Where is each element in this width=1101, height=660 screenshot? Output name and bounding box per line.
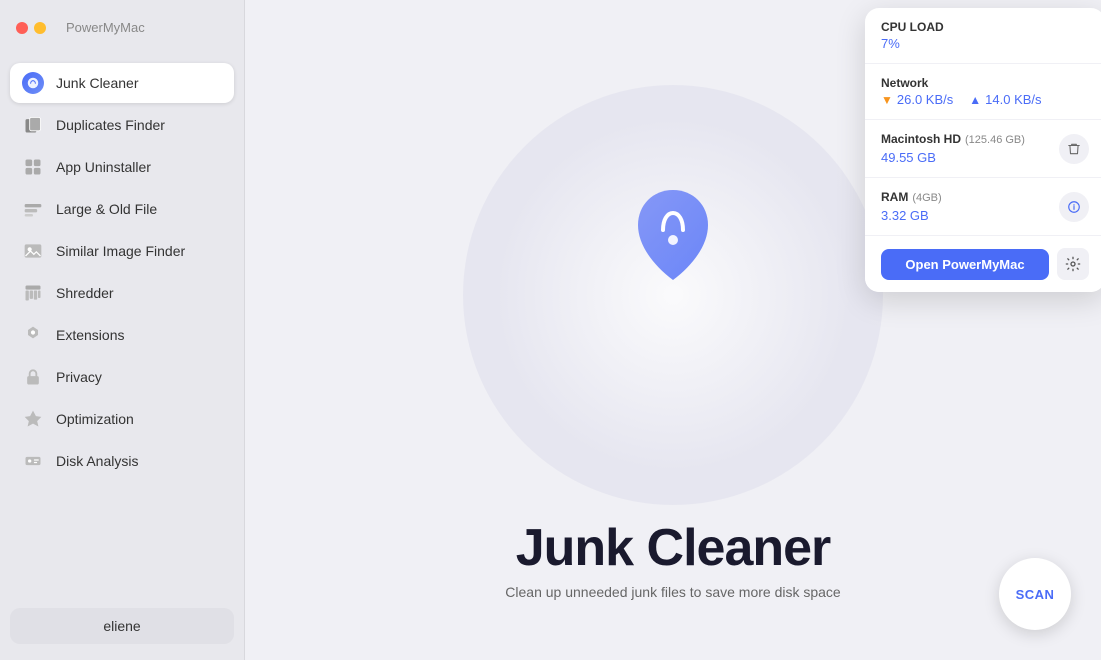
sidebar-item-label-privacy: Privacy [56, 369, 102, 385]
traffic-light-yellow[interactable] [34, 22, 46, 34]
popup-disk-label-row: Macintosh HD (125.46 GB) [881, 132, 1025, 148]
sidebar-item-junk-cleaner[interactable]: Junk Cleaner [10, 63, 234, 103]
popup-cpu-label: CPU LOAD [881, 20, 1089, 34]
popup-disk-label: Macintosh HD [881, 132, 961, 146]
popup-disk-value: 49.55 GB [881, 150, 1025, 165]
popup-cpu-value: 7% [881, 36, 1089, 51]
main-content: ? CPU LOAD 7% Network ▼ 26.0 KB/s ▲ 14.0… [245, 0, 1101, 660]
app-window: PowerMyMac Junk Cleaner [0, 0, 1101, 660]
upload-arrow-icon: ▲ [969, 93, 981, 107]
popup-ram-size: (4GB) [912, 192, 941, 204]
sidebar-item-label-large-old-file: Large & Old File [56, 201, 157, 217]
app-uninstaller-icon [22, 156, 44, 178]
large-old-file-icon [22, 198, 44, 220]
popup-ram-info: RAM (4GB) 3.32 GB [881, 190, 942, 223]
duplicates-finder-icon [22, 114, 44, 136]
popup-ram-info-button[interactable] [1059, 192, 1089, 222]
sidebar-item-app-uninstaller[interactable]: App Uninstaller [10, 147, 234, 187]
popup-upload-value: 14.0 KB/s [985, 92, 1041, 107]
popup-network-row: Network ▼ 26.0 KB/s ▲ 14.0 KB/s [865, 64, 1101, 120]
extensions-icon [22, 324, 44, 346]
sidebar-item-label-disk-analysis: Disk Analysis [56, 453, 138, 469]
sidebar-item-label-junk-cleaner: Junk Cleaner [56, 75, 139, 91]
sidebar-item-label-similar-image-finder: Similar Image Finder [56, 243, 185, 259]
popup-network-values: ▼ 26.0 KB/s ▲ 14.0 KB/s [881, 92, 1089, 107]
popup-network-upload: ▲ 14.0 KB/s [969, 92, 1041, 107]
sidebar: PowerMyMac Junk Cleaner [0, 0, 245, 660]
popup-network-label: Network [881, 76, 1089, 90]
sidebar-item-label-extensions: Extensions [56, 327, 124, 343]
sidebar-item-similar-image-finder[interactable]: Similar Image Finder [10, 231, 234, 271]
optimization-icon [22, 408, 44, 430]
sidebar-item-disk-analysis[interactable]: Disk Analysis [10, 441, 234, 481]
popup-disk-size: (125.46 GB) [965, 134, 1025, 146]
popup-ram-value: 3.32 GB [881, 208, 942, 223]
popup-disk-info: Macintosh HD (125.46 GB) 49.55 GB [881, 132, 1025, 165]
privacy-icon [22, 366, 44, 388]
popup-disk-content: Macintosh HD (125.46 GB) 49.55 GB [881, 132, 1089, 165]
popup-download-value: 26.0 KB/s [897, 92, 953, 107]
sidebar-item-duplicates-finder[interactable]: Duplicates Finder [10, 105, 234, 145]
app-title: PowerMyMac [66, 20, 145, 35]
sidebar-nav: Junk Cleaner Duplicates Finder [0, 55, 244, 598]
sidebar-item-label-optimization: Optimization [56, 411, 134, 427]
popup-card: CPU LOAD 7% Network ▼ 26.0 KB/s ▲ 14.0 K… [865, 8, 1101, 292]
sidebar-item-optimization[interactable]: Optimization [10, 399, 234, 439]
sidebar-footer: eliene [0, 598, 244, 660]
popup-network-download: ▼ 26.0 KB/s [881, 92, 953, 107]
popup-ram-label-row: RAM (4GB) [881, 190, 942, 206]
user-button[interactable]: eliene [10, 608, 234, 644]
sidebar-item-privacy[interactable]: Privacy [10, 357, 234, 397]
app-logo [613, 175, 733, 295]
scan-button[interactable]: SCAN [999, 558, 1071, 630]
sidebar-item-label-duplicates-finder: Duplicates Finder [56, 117, 165, 133]
traffic-lights [16, 22, 46, 34]
open-powermymac-button[interactable]: Open PowerMyMac [881, 249, 1049, 280]
traffic-light-red[interactable] [16, 22, 28, 34]
popup-settings-button[interactable] [1057, 248, 1089, 280]
junk-cleaner-icon [22, 72, 44, 94]
disk-analysis-icon [22, 450, 44, 472]
sidebar-item-large-old-file[interactable]: Large & Old File [10, 189, 234, 229]
download-arrow-icon: ▼ [881, 93, 893, 107]
popup-disk-delete-button[interactable] [1059, 134, 1089, 164]
similar-image-finder-icon [22, 240, 44, 262]
popup-cpu-row: CPU LOAD 7% [865, 8, 1101, 64]
main-subtitle: Clean up unneeded junk files to save mor… [505, 584, 840, 600]
popup-ram-label: RAM [881, 190, 908, 204]
sidebar-item-extensions[interactable]: Extensions [10, 315, 234, 355]
popup-actions: Open PowerMyMac [865, 236, 1101, 292]
sidebar-header: PowerMyMac [0, 0, 244, 55]
main-title: Junk Cleaner [516, 518, 831, 578]
sidebar-item-label-shredder: Shredder [56, 285, 114, 301]
sidebar-item-shredder[interactable]: Shredder [10, 273, 234, 313]
sidebar-item-label-app-uninstaller: App Uninstaller [56, 159, 151, 175]
popup-disk-row: Macintosh HD (125.46 GB) 49.55 GB [865, 120, 1101, 178]
popup-ram-row: RAM (4GB) 3.32 GB [865, 178, 1101, 236]
popup-ram-content: RAM (4GB) 3.32 GB [881, 190, 1089, 223]
shredder-icon [22, 282, 44, 304]
